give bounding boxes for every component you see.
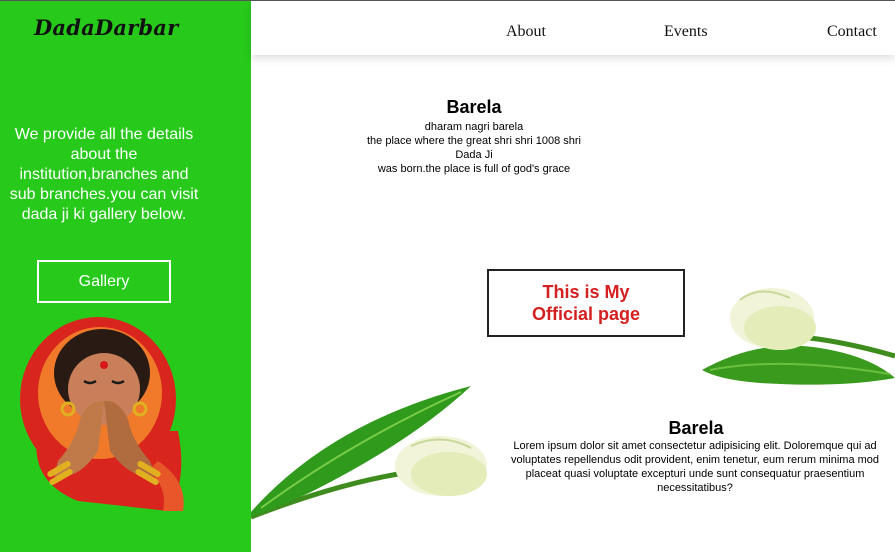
official-line-1: This is My (542, 282, 630, 302)
official-line-2: Official page (531, 304, 641, 324)
top-navbar: About Events Contact (251, 1, 895, 55)
nav-events[interactable]: Events (664, 23, 708, 41)
section1-line: the place where the great shri shri 1008… (366, 135, 581, 147)
intro-text: We provide all the details about the ins… (9, 126, 199, 223)
section2-line: voluptates repellendus odit provident, e… (510, 454, 880, 466)
section1-line: was born.the place is full of god's grac… (377, 163, 571, 175)
page: DadaDarbar We provide all the details ab… (0, 0, 895, 552)
section2-line: placeat quasi voluptate excepturi unde s… (525, 468, 865, 480)
sidebar: DadaDarbar We provide all the details ab… (0, 1, 251, 552)
nav-about[interactable]: About (506, 23, 546, 41)
section2-line: Lorem ipsum dolor sit amet consectetur a… (513, 440, 877, 452)
nav-contact[interactable]: Contact (827, 23, 877, 41)
section1-line: dharam nagri barela (424, 121, 524, 133)
tulip-flower-image (251, 382, 491, 522)
brand-logo[interactable]: DadaDarbar (34, 15, 178, 40)
namaste-woman-illustration (18, 311, 190, 516)
tulip-flower-image (700, 278, 895, 388)
section2-line: necessitatibus? (657, 482, 733, 494)
section1-line: Dada Ji (455, 149, 493, 161)
official-page-box: This is My Official page (487, 269, 685, 337)
section2-text: Lorem ipsum dolor sit amet consectetur a… (490, 439, 895, 495)
section2-title: Barela (668, 418, 724, 438)
gallery-button[interactable]: Gallery (37, 260, 171, 303)
section1-title: Barela (446, 97, 502, 117)
section1-text: dharam nagri barela the place where the … (334, 120, 614, 176)
